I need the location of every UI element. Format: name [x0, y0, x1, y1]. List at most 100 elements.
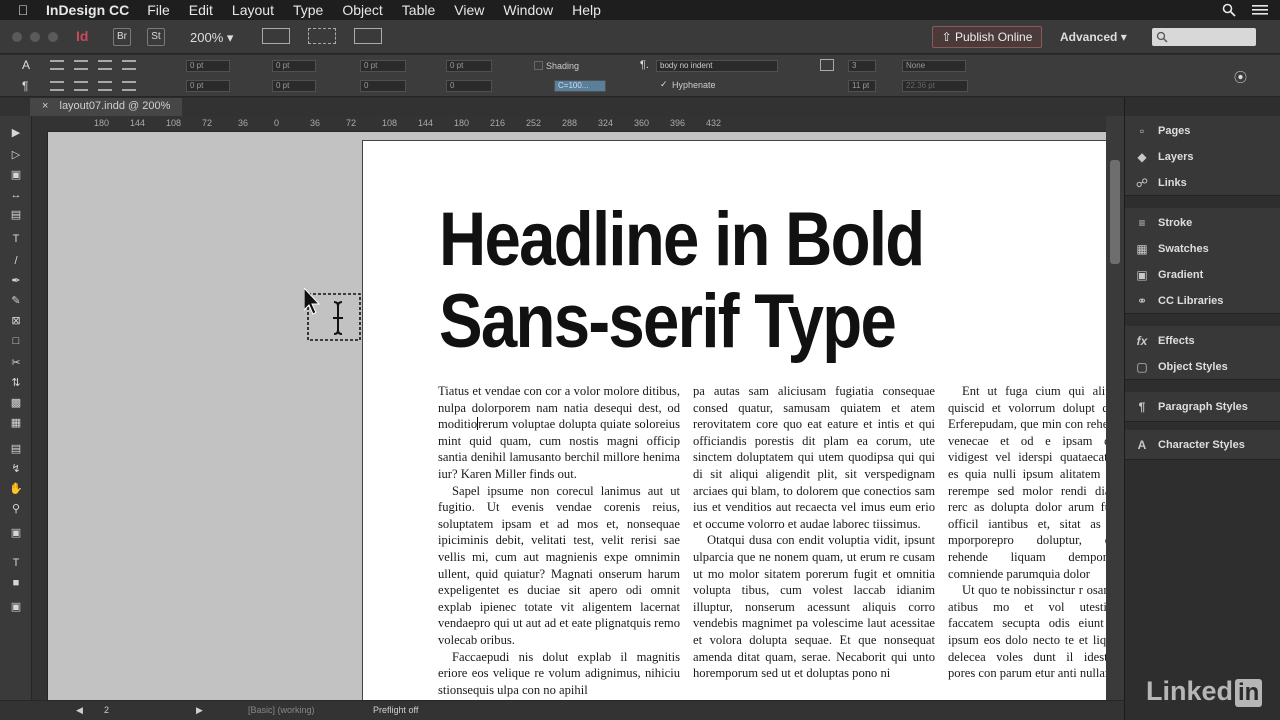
body-column-2[interactable]: pa autas sam aliciusam fugiatia consequa… [693, 383, 935, 700]
zoom-tool-icon[interactable]: ⚲ [8, 502, 24, 516]
notification-center-icon[interactable] [1252, 4, 1268, 16]
pages-panel-button[interactable]: ▫ Pages [1125, 118, 1280, 144]
justify-center-icon[interactable] [74, 81, 88, 91]
first-line-indent-field[interactable]: 0 pt [186, 80, 230, 92]
page-number-field[interactable]: 2 [104, 705, 109, 715]
effects-panel-button[interactable]: fx Effects [1125, 328, 1280, 354]
span-columns-select[interactable]: None [902, 60, 966, 72]
columns-field[interactable]: 3 [848, 60, 876, 72]
document-page[interactable]: Headline in Bold Sans-serif Type Tiatus … [362, 140, 1106, 700]
hyphenate-checkbox-icon[interactable]: ✓ [660, 79, 668, 90]
drop-cap-chars-field[interactable]: 0 [446, 80, 492, 92]
justify-left-icon[interactable] [50, 81, 64, 91]
screen-mode-icon[interactable] [308, 28, 336, 44]
close-window-button[interactable] [12, 32, 22, 42]
last-line-indent-field[interactable]: 0 pt [272, 80, 316, 92]
body-column-1[interactable]: Tiatus et vendae con cor a volor molore … [438, 383, 680, 700]
character-styles-panel-button[interactable]: A Character Styles [1125, 432, 1280, 458]
ruler-origin[interactable] [32, 116, 48, 132]
justify-right-icon[interactable] [98, 81, 112, 91]
column-gutter-field[interactable]: 11 pt [848, 80, 876, 92]
next-page-icon[interactable]: ▶ [196, 705, 203, 716]
menu-object[interactable]: Object [342, 2, 382, 18]
headline-text-frame[interactable]: Headline in Bold Sans-serif Type [439, 199, 972, 363]
selection-tool-icon[interactable]: ▶ [8, 126, 24, 140]
left-indent-field[interactable]: 0 pt [186, 60, 230, 72]
character-controls-icon[interactable]: A [22, 58, 30, 72]
fill-stroke-swatch-icon[interactable]: ▣ [8, 526, 24, 540]
pen-tool-icon[interactable]: ✒ [8, 274, 24, 288]
rectangle-frame-tool-icon[interactable]: ⊠ [8, 314, 24, 328]
content-collector-icon[interactable]: ▤ [8, 208, 24, 222]
gap-tool-icon[interactable]: ↔ [8, 188, 24, 202]
direct-selection-tool-icon[interactable]: ▷ [8, 148, 24, 162]
space-after-field[interactable]: 0 pt [446, 60, 492, 72]
links-panel-button[interactable]: ☍ Links [1125, 170, 1280, 196]
arrange-documents-icon[interactable] [354, 28, 382, 44]
stock-button[interactable]: St [147, 28, 165, 46]
align-center-icon[interactable] [74, 60, 88, 70]
quick-apply-icon[interactable]: ⦿ [1234, 67, 1247, 86]
menu-file[interactable]: File [147, 2, 170, 18]
view-mode-icon[interactable]: ▣ [8, 600, 24, 614]
gradient-swatch-tool-icon[interactable]: ▩ [8, 396, 24, 410]
publish-online-button[interactable]: ⇧ Publish Online [932, 26, 1042, 48]
spotlight-search-icon[interactable] [1222, 3, 1236, 17]
eyedropper-tool-icon[interactable]: ↯ [8, 462, 24, 476]
type-tool-icon[interactable]: T [8, 232, 24, 246]
app-menu[interactable]: InDesign CC [46, 2, 129, 18]
justify-all-icon[interactable] [122, 81, 136, 91]
vertical-ruler[interactable] [32, 132, 48, 700]
view-options-icon[interactable] [262, 28, 290, 44]
first-page-icon[interactable]: ◀ [76, 705, 83, 716]
stroke-panel-button[interactable]: ≡ Stroke [1125, 210, 1280, 236]
apple-menu-icon[interactable]:  [0, 2, 46, 18]
align-left-icon[interactable] [50, 60, 64, 70]
gradient-panel-button[interactable]: ▣ Gradient [1125, 262, 1280, 288]
baseline-grid-field[interactable]: 22.36 pt [902, 80, 968, 92]
scissors-tool-icon[interactable]: ✂ [8, 356, 24, 370]
align-towards-spine-icon[interactable] [122, 60, 136, 70]
apply-color-icon[interactable]: ■ [8, 576, 24, 590]
menu-window[interactable]: Window [503, 2, 553, 18]
minimize-window-button[interactable] [30, 32, 40, 42]
paragraph-styles-panel-button[interactable]: ¶ Paragraph Styles [1125, 394, 1280, 420]
menu-help[interactable]: Help [572, 2, 601, 18]
horizontal-ruler[interactable]: 180 144 108 72 36 0 36 72 108 144 180 216 252 288 324 3… [48, 116, 1106, 132]
help-search-field[interactable] [1152, 28, 1256, 46]
document-tab[interactable]: × layout07.indd @ 200% [30, 98, 183, 116]
swatches-panel-button[interactable]: ▦ Swatches [1125, 236, 1280, 262]
align-right-icon[interactable] [98, 60, 112, 70]
menu-edit[interactable]: Edit [189, 2, 213, 18]
preflight-status[interactable]: Preflight off [373, 705, 418, 715]
paragraph-style-select[interactable]: body no indent [656, 60, 778, 72]
pencil-tool-icon[interactable]: ✎ [8, 294, 24, 308]
space-before-field[interactable]: 0 pt [360, 60, 406, 72]
pasteboard[interactable]: Headline in Bold Sans-serif Type Tiatus … [48, 132, 1106, 700]
gradient-feather-tool-icon[interactable]: ▦ [8, 416, 24, 430]
shading-color-field[interactable]: C=100... [554, 80, 606, 92]
menu-type[interactable]: Type [293, 2, 323, 18]
object-styles-panel-button[interactable]: ▢ Object Styles [1125, 354, 1280, 380]
body-column-3[interactable]: Ent ut fuga cium qui alit v quiscid et v… [948, 383, 1106, 700]
close-tab-icon[interactable]: × [42, 100, 48, 112]
right-indent-field[interactable]: 0 pt [272, 60, 316, 72]
formatting-text-icon[interactable]: T [8, 556, 24, 570]
menu-layout[interactable]: Layout [232, 2, 274, 18]
bridge-button[interactable]: Br [113, 28, 131, 46]
workspace-switcher[interactable]: Advanced ▾ [1060, 30, 1127, 44]
shading-checkbox[interactable] [534, 61, 543, 70]
zoom-window-button[interactable] [48, 32, 58, 42]
vertical-scroll-thumb[interactable] [1110, 160, 1120, 264]
menu-table[interactable]: Table [402, 2, 435, 18]
note-tool-icon[interactable]: ▤ [8, 442, 24, 456]
hand-tool-icon[interactable]: ✋ [8, 482, 24, 496]
drop-cap-lines-field[interactable]: 0 [360, 80, 406, 92]
page-tool-icon[interactable]: ▣ [8, 168, 24, 182]
layers-panel-button[interactable]: ◆ Layers [1125, 144, 1280, 170]
cc-libraries-panel-button[interactable]: ⚭ CC Libraries [1125, 288, 1280, 314]
menu-view[interactable]: View [454, 2, 484, 18]
free-transform-tool-icon[interactable]: ⇅ [8, 376, 24, 390]
rectangle-tool-icon[interactable]: □ [8, 334, 24, 348]
paragraph-controls-icon[interactable]: ¶ [22, 79, 28, 93]
